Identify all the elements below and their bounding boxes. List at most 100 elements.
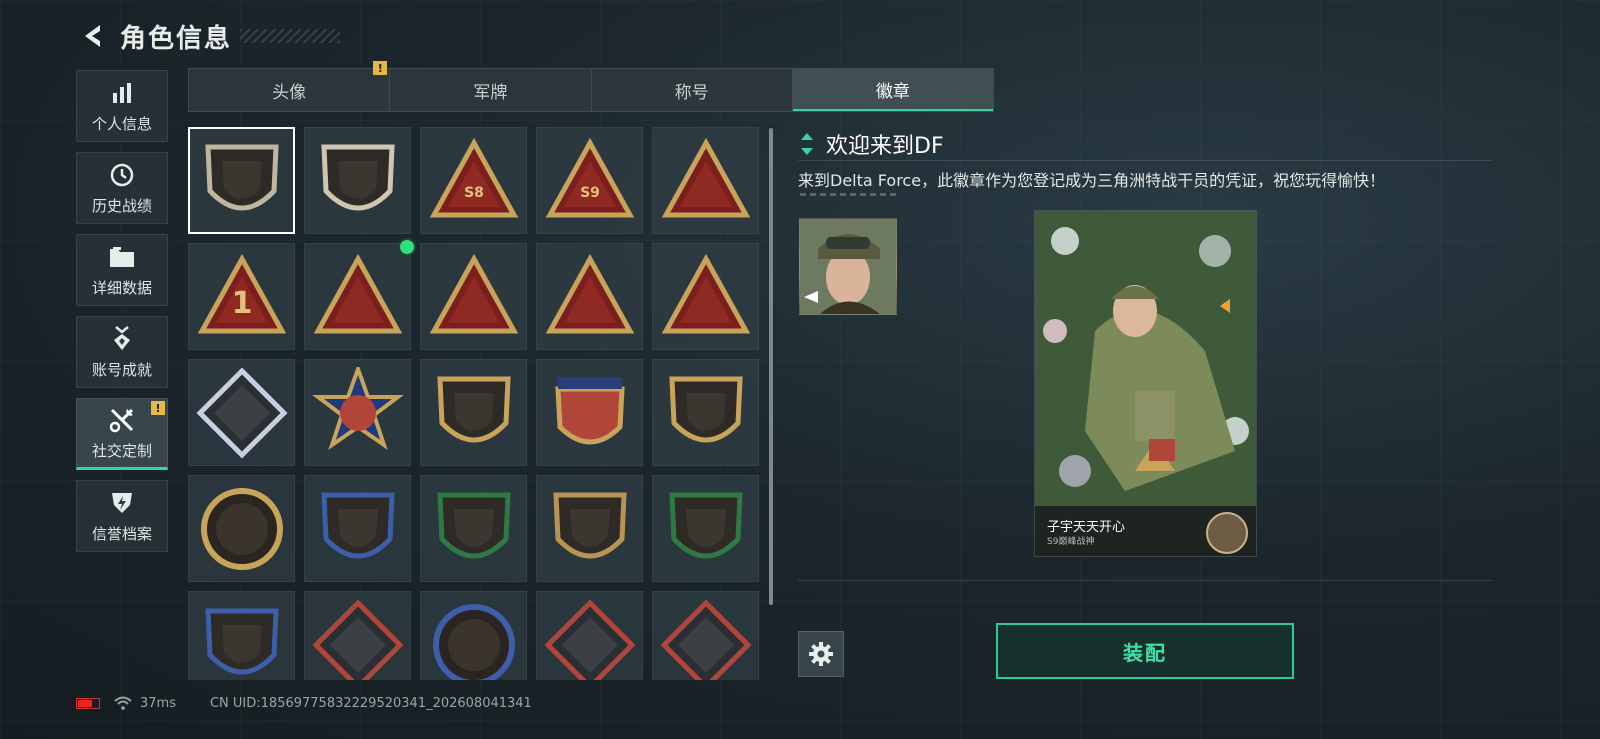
equip-button[interactable]: 装配 [996, 623, 1294, 679]
avatar[interactable] [799, 218, 897, 315]
ping-value: 37ms [140, 695, 176, 711]
chevron-shield-badge-icon [436, 376, 511, 442]
delta-shield-badge-icon [204, 144, 279, 210]
player-rank: S9巅峰战神 [1047, 537, 1095, 547]
sidebar-item-history[interactable]: 历史战绩 [76, 152, 168, 224]
tab-dog-tag[interactable]: 军牌 [390, 69, 592, 111]
badge-cell[interactable] [420, 359, 527, 466]
new-indicator [398, 238, 416, 256]
tab-avatar[interactable]: 头像 ! [189, 61, 391, 111]
battery-icon [76, 697, 100, 709]
sidebar-item-social-custom[interactable]: ! 社交定制 [76, 398, 168, 470]
badge-cell[interactable] [536, 243, 643, 350]
usb-badge-icon [313, 253, 402, 333]
badge-cell[interactable] [188, 591, 295, 680]
dragon-badge-icon [543, 598, 636, 680]
tab-label: 徽章 [875, 81, 910, 102]
badge-cell[interactable] [536, 475, 643, 582]
user-uid: CN UID:1856977583222952034​1_20260804134… [209, 695, 532, 711]
sidebar-item-label: 信誉档案 [91, 524, 152, 543]
sidebar-item-personal-info[interactable]: 个人信息 [76, 70, 168, 142]
character-card: 子宇天天开心 S9巅峰战神 [1034, 210, 1257, 557]
medal-icon [108, 325, 136, 353]
sidebar-item-label: 账号成就 [91, 360, 152, 379]
badge-cell[interactable] [652, 359, 759, 466]
s9-badge-icon: S9 [545, 137, 634, 217]
bar-chart-icon [108, 79, 136, 107]
badge-detail-title: 欢迎来到DF [800, 128, 944, 160]
badge-cell[interactable] [304, 359, 411, 466]
badge-description: 来到Delta Force，此徽章作为您登记成为三角洲特战干员的凭证，祝您玩得愉… [798, 171, 1386, 190]
header: 角色信息 [76, 14, 341, 58]
badge-cell[interactable] [536, 359, 643, 466]
badge-cell[interactable] [304, 591, 411, 680]
badge-cell[interactable] [652, 243, 759, 350]
dashed-decoration [800, 193, 896, 196]
sidebar-item-label: 历史战绩 [91, 196, 152, 215]
tab-label: 称号 [674, 82, 709, 103]
eagle-badge-icon [432, 603, 515, 680]
tools-icon [108, 406, 136, 434]
alert-badge: ! [151, 401, 165, 415]
wifi-icon [114, 696, 132, 710]
sidebar-item-label: 详细数据 [91, 278, 152, 297]
badge-cell[interactable] [420, 475, 527, 582]
nest-badge-icon [661, 137, 750, 217]
page-title: 角色信息 [120, 23, 233, 54]
back-button[interactable] [76, 18, 112, 54]
back-arrow-icon [85, 25, 100, 47]
avatar-portrait [800, 219, 896, 314]
badge-grid-scrollbar[interactable] [769, 128, 773, 605]
title-decoration [240, 29, 341, 43]
sidebar-item-credit-file[interactable]: 信誉档案 [76, 480, 168, 552]
stars-crest-badge-icon [554, 376, 625, 444]
badge-cell[interactable] [652, 127, 759, 234]
badge-cell[interactable] [420, 243, 527, 350]
clock-icon [108, 161, 136, 189]
folder-icon [108, 243, 136, 271]
sidebar-item-label: 个人信息 [91, 114, 152, 133]
badge-cell[interactable] [652, 591, 759, 680]
diamond-arrows-icon [801, 133, 813, 155]
svg-text:S9: S9 [580, 185, 600, 201]
badge-cell[interactable] [304, 127, 411, 234]
badge-cell[interactable] [304, 475, 411, 582]
badge-name: 欢迎来到DF [826, 134, 944, 159]
gem-shield-badge-icon [668, 376, 743, 442]
sidebar-item-detailed-data[interactable]: 详细数据 [76, 234, 168, 306]
knife-blue-badge-icon [204, 608, 279, 674]
badge-cell[interactable]: 1 [188, 243, 295, 350]
gear-seal-badge-icon [200, 487, 283, 570]
category-tabs: 头像 ! 军牌 称号 徽章 [188, 61, 994, 112]
badge-cell[interactable] [188, 359, 295, 466]
badge-cell[interactable] [304, 238, 416, 350]
badge-cell[interactable] [188, 127, 295, 234]
settings-button[interactable] [798, 631, 844, 677]
svg-text:1: 1 [231, 286, 252, 321]
character-card-art [1035, 211, 1256, 506]
badge-cell[interactable]: S8 [420, 127, 527, 234]
wolf-badge-icon [311, 598, 404, 680]
rifle-bronze-badge-icon [552, 492, 627, 558]
badge-cell[interactable]: S9 [536, 127, 643, 234]
shield-bolt-icon [108, 489, 136, 517]
rocket-badge-icon [545, 253, 634, 333]
svg-text:S8: S8 [464, 185, 484, 201]
gear-icon [809, 642, 833, 666]
sidebar: 个人信息 历史战绩 详细数据 账号成就 ! 社交定制 信誉档案 [76, 70, 168, 562]
rifle-green-badge-icon [436, 492, 511, 558]
badge-cell[interactable] [536, 591, 643, 680]
badge-cell[interactable] [188, 475, 295, 582]
tab-label: 军牌 [473, 82, 508, 103]
status-bar: 37ms CN UID:1856977583222952034​1_202608… [76, 693, 532, 713]
sidebar-item-achievements[interactable]: 账号成就 [76, 316, 168, 388]
rose-badge-icon [195, 366, 288, 459]
runner-badge-icon [659, 598, 752, 680]
badge-cell[interactable] [652, 475, 759, 582]
tab-title[interactable]: 称号 [592, 69, 793, 111]
card-footer: 子宇天天开心 S9巅峰战神 [1035, 506, 1256, 556]
helicopter-badge-icon [320, 144, 395, 210]
soldiers-badge-icon [429, 253, 518, 333]
tab-badge[interactable]: 徽章 [792, 69, 993, 111]
badge-cell[interactable] [420, 591, 527, 680]
